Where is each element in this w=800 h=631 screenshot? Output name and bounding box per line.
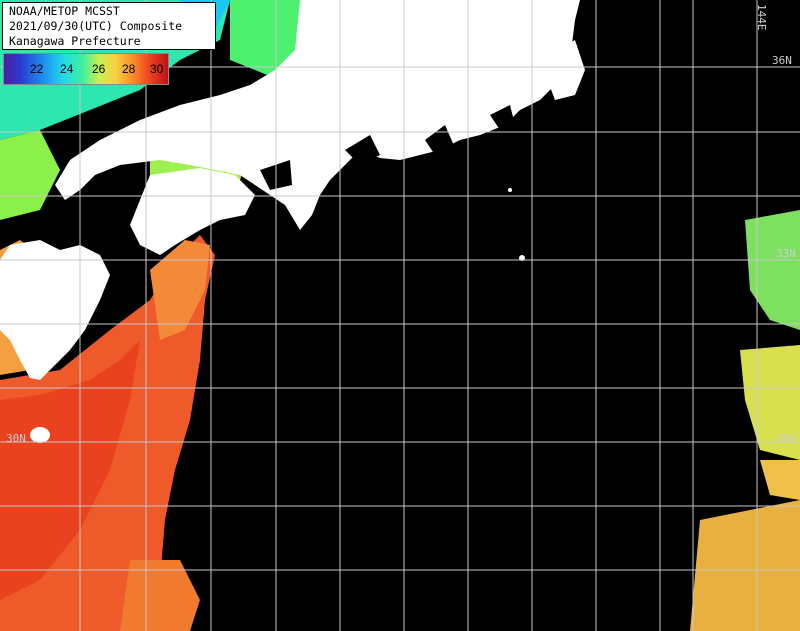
lat-label-33n: 33N [776, 247, 796, 260]
info-box: NOAA/METOP MCSST 2021/09/30(UTC) Composi… [2, 2, 216, 50]
lat-label-36n: 36N [772, 54, 792, 67]
lat-label-30n-left: 30N [6, 432, 26, 445]
scale-label-22: 22 [30, 62, 44, 76]
scale-label-30: 30 [150, 62, 164, 76]
lon-label-144e: 144E [755, 4, 768, 31]
temperature-color-scale: 22 24 26 28 30 [3, 53, 169, 85]
source-label: Kanagawa Prefecture [9, 34, 141, 48]
lat-label-30n-right: 30N [776, 432, 796, 445]
scale-label-28: 28 [122, 62, 136, 76]
scale-label-24: 24 [60, 62, 74, 76]
scale-label-26: 26 [92, 62, 106, 76]
date-label: 2021/09/30(UTC) Composite [9, 19, 183, 33]
sst-map [0, 0, 800, 631]
product-title: NOAA/METOP MCSST [9, 4, 120, 18]
